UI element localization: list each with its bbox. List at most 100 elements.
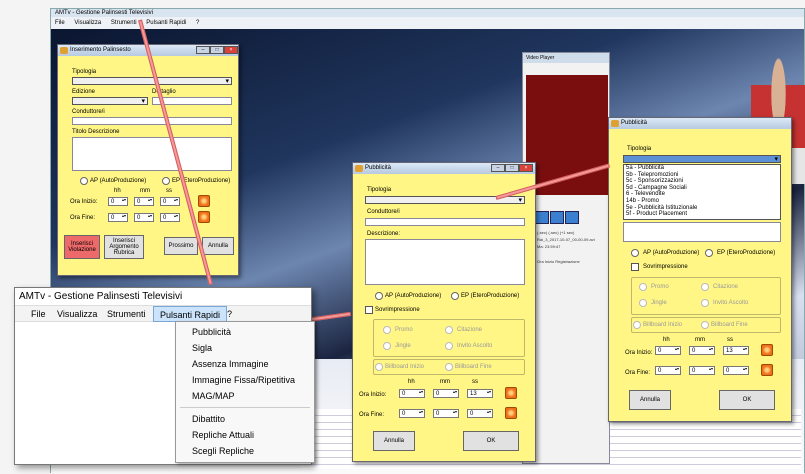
option-5d[interactable]: 5d - Campagne Sociali	[626, 185, 780, 192]
ok-button[interactable]: OK	[719, 390, 775, 410]
minimize-icon[interactable]: –	[196, 46, 210, 54]
inizio-ss-stepper[interactable]: 13	[467, 389, 493, 398]
radio-invito-ascolto[interactable]	[445, 342, 453, 350]
fine-mm-stepper[interactable]: 0	[433, 409, 459, 418]
inizio-mm-stepper[interactable]: 0	[134, 197, 154, 206]
close-icon[interactable]: ×	[519, 164, 533, 172]
radio-ap[interactable]	[80, 177, 88, 185]
inizio-ss-stepper[interactable]: 13	[723, 346, 749, 355]
inizio-mm-stepper[interactable]: 0	[689, 346, 715, 355]
option-5c[interactable]: 5c - Sponsorizzazioni	[626, 178, 780, 185]
clock-icon[interactable]	[505, 407, 517, 419]
clock-icon[interactable]	[505, 387, 517, 399]
menu-item-assenza-immagine[interactable]: Assenza Immagine	[176, 356, 314, 372]
seek-forward-link[interactable]: (+1 sec)	[560, 230, 575, 235]
inizio-mm-stepper[interactable]: 0	[433, 389, 459, 398]
radio-citazione[interactable]	[445, 326, 453, 334]
option-5e[interactable]: 5e - Pubblicità Istituzionale	[626, 205, 780, 212]
minimize-icon[interactable]: –	[491, 164, 505, 172]
inizio-hh-stepper[interactable]: 0	[108, 197, 128, 206]
fine-ss-stepper[interactable]: 0	[467, 409, 493, 418]
menu-item-immagine-fissa[interactable]: Immagine Fissa/Ripetitiva	[176, 372, 314, 388]
radio-promo[interactable]	[639, 283, 647, 291]
menu-strumenti[interactable]: Strumenti	[101, 306, 152, 322]
bg-menu-pulsanti-rapidi[interactable]: Pulsanti Rapidi	[146, 20, 186, 26]
tipologia-select[interactable]	[623, 155, 781, 163]
play-button[interactable]	[550, 211, 564, 224]
menu-pulsanti-rapidi[interactable]: Pulsanti Rapidi	[153, 306, 228, 322]
clock-icon[interactable]	[761, 344, 773, 356]
option-5b[interactable]: 5b - Telepromozioni	[626, 172, 780, 179]
close-icon[interactable]: ×	[224, 46, 238, 54]
radio-billboard-fine[interactable]	[445, 363, 453, 371]
conduttore-field[interactable]	[72, 117, 232, 125]
bg-menu-visualizza[interactable]: Visualizza	[74, 20, 101, 26]
seek-back-link-1[interactable]: (-sec)	[537, 230, 547, 235]
radio-promo[interactable]	[383, 326, 391, 334]
menu-visualizza[interactable]: Visualizza	[51, 306, 103, 322]
option-5a[interactable]: 5a - Pubblicità	[626, 165, 780, 172]
annulla-button[interactable]: Annulla	[202, 237, 234, 255]
radio-invito-ascolto[interactable]	[701, 299, 709, 307]
radio-ap[interactable]	[631, 249, 639, 257]
clock-icon[interactable]	[198, 211, 210, 223]
menu-item-scegli-repliche[interactable]: Scegli Repliche	[176, 443, 314, 459]
edizione-select[interactable]	[72, 97, 148, 105]
maximize-icon[interactable]: □	[505, 164, 519, 172]
fine-ss-stepper[interactable]: 0	[723, 366, 749, 375]
promo-label: Promo	[651, 284, 669, 290]
clock-icon[interactable]	[761, 364, 773, 376]
sovrimpressione-checkbox[interactable]	[631, 263, 639, 271]
rewind-button[interactable]	[535, 211, 549, 224]
menu-help[interactable]: ?	[221, 306, 238, 322]
tipologia-select[interactable]	[72, 77, 232, 85]
forward-button[interactable]	[565, 211, 579, 224]
descrizione-textarea[interactable]	[365, 239, 525, 285]
fine-hh-stepper[interactable]: 0	[108, 213, 128, 222]
option-5f[interactable]: 5f - Product Placement	[626, 211, 780, 218]
bg-menu-strumenti[interactable]: Strumenti	[111, 20, 137, 26]
menu-item-sigla[interactable]: Sigla	[176, 340, 314, 356]
radio-ap[interactable]	[375, 292, 383, 300]
hidden-field[interactable]	[623, 222, 781, 242]
titolo-textarea[interactable]	[72, 137, 232, 171]
annulla-button[interactable]: Annulla	[373, 431, 415, 451]
radio-billboard-inizio[interactable]	[375, 363, 383, 371]
radio-ep[interactable]	[451, 292, 459, 300]
fine-hh-stepper[interactable]: 0	[399, 409, 425, 418]
sovrimpressione-checkbox[interactable]	[365, 306, 373, 314]
tipologia-dropdown-list: 5a - Pubblicità 5b - Telepromozioni 5c -…	[623, 164, 781, 220]
clock-icon[interactable]	[198, 195, 210, 207]
fine-mm-stepper[interactable]: 0	[689, 366, 715, 375]
fine-ss-stepper[interactable]: 0	[160, 213, 180, 222]
radio-ep[interactable]	[705, 249, 713, 257]
fine-hh-stepper[interactable]: 0	[655, 366, 681, 375]
conduttore-field[interactable]	[365, 218, 525, 226]
inizio-hh-stepper[interactable]: 0	[655, 346, 681, 355]
fine-mm-stepper[interactable]: 0	[134, 213, 154, 222]
radio-ep[interactable]	[162, 177, 170, 185]
radio-billboard-inizio[interactable]	[633, 321, 641, 329]
option-14b[interactable]: 14b - Promo	[626, 198, 780, 205]
prossimo-button[interactable]: Prossimo	[164, 237, 198, 255]
ok-button[interactable]: OK	[463, 431, 519, 451]
radio-citazione[interactable]	[701, 283, 709, 291]
menu-item-mag-map[interactable]: MAG/MAP	[176, 388, 314, 404]
radio-jingle[interactable]	[383, 342, 391, 350]
annulla-button[interactable]: Annulla	[629, 390, 671, 410]
bg-menu-file[interactable]: File	[55, 20, 65, 26]
menu-item-pubblicita[interactable]: Pubblicità	[176, 324, 314, 340]
seek-back-link-2[interactable]: (-sec)	[548, 230, 558, 235]
inserisci-argomento-button[interactable]: Inserisci Argomento Rubrica	[104, 235, 144, 259]
menu-item-repliche-attuali[interactable]: Repliche Attuali	[176, 427, 314, 443]
menu-file[interactable]: File	[25, 306, 52, 322]
inserisci-violazione-button[interactable]: Inserisci Violazione	[64, 235, 100, 259]
radio-jingle[interactable]	[639, 299, 647, 307]
inizio-hh-stepper[interactable]: 0	[399, 389, 425, 398]
menu-item-dibattito[interactable]: Dibattito	[176, 411, 314, 427]
option-6[interactable]: 6 - Televendite	[626, 191, 780, 198]
inizio-ss-stepper[interactable]: 0	[160, 197, 180, 206]
radio-billboard-fine[interactable]	[701, 321, 709, 329]
bg-menu-help[interactable]: ?	[196, 20, 199, 26]
maximize-icon[interactable]: □	[210, 46, 224, 54]
